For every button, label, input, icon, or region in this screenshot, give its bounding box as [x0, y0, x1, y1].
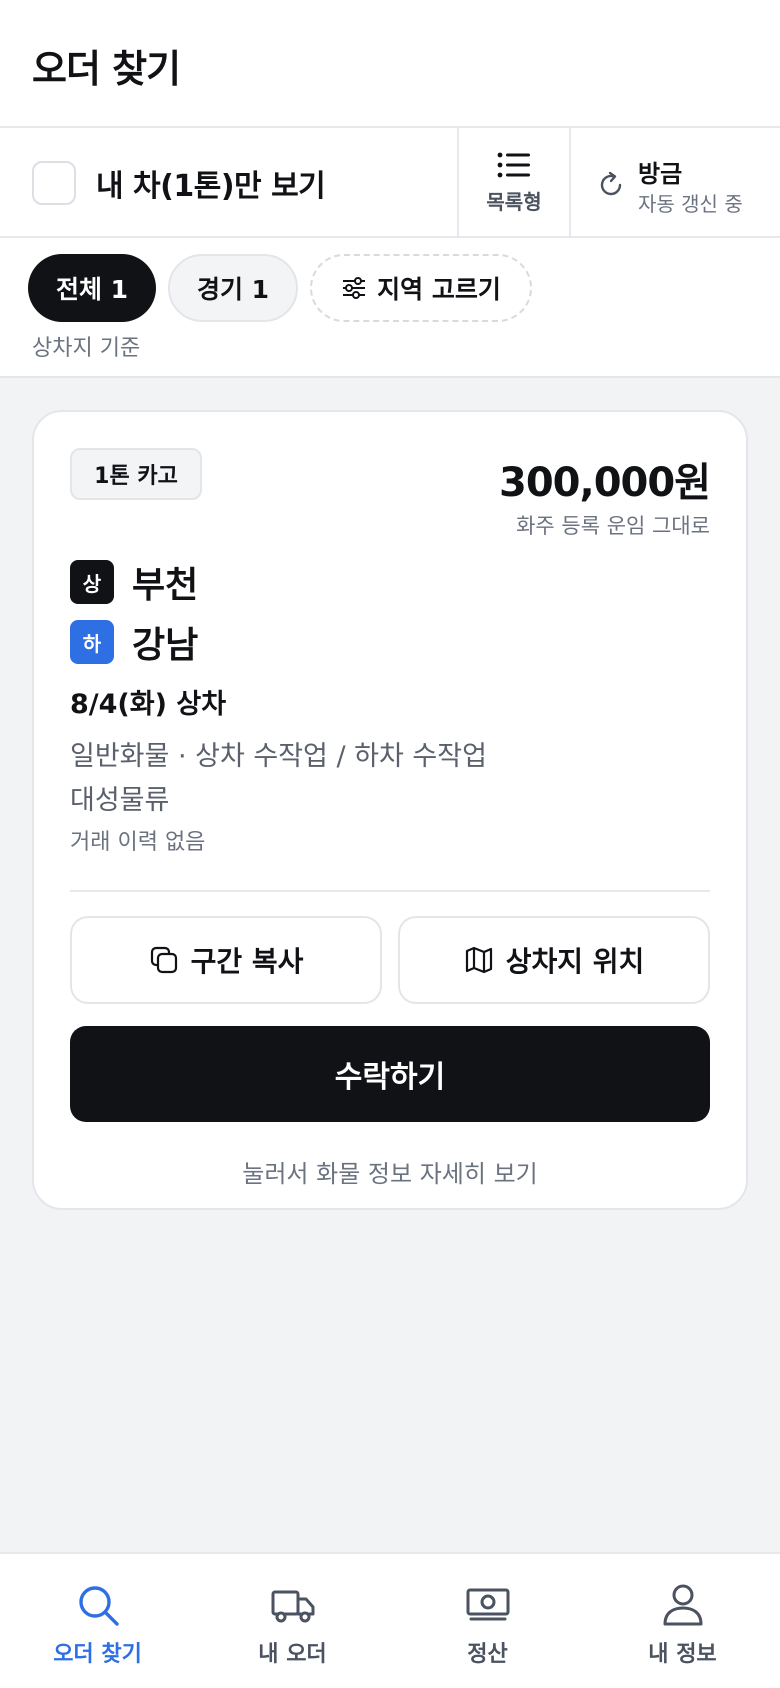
card-divider: [70, 890, 710, 892]
map-icon: [465, 946, 492, 974]
nav-item-my-info[interactable]: 내 정보: [585, 1554, 780, 1688]
refresh-title: 방금: [638, 160, 683, 188]
search-icon: [78, 1586, 119, 1626]
order-price: 300,000원: [499, 460, 711, 506]
load-badge: 상: [70, 560, 114, 604]
filter-basis-note: 상차지 기준: [32, 336, 141, 361]
page-title: 오더 찾기: [32, 47, 181, 91]
list-view-toggle[interactable]: 목록형: [457, 128, 571, 236]
filter-chip-gyeonggi[interactable]: 경기 1: [168, 254, 298, 322]
unload-location-row: 하 강남: [70, 620, 198, 666]
nav-label-settlement: 정산: [467, 1642, 508, 1667]
list-icon: [497, 152, 530, 177]
copy-route-button[interactable]: 구간 복사: [70, 916, 382, 1004]
trade-history: 거래 이력 없음: [70, 830, 206, 855]
sliders-icon: [343, 277, 366, 299]
nav-label-my-orders: 내 오더: [258, 1642, 327, 1667]
copy-route-label: 구간 복사: [190, 945, 304, 978]
bottom-nav: 오더 찾기 내 오더 정산 내 정보: [0, 1552, 780, 1688]
unload-location: 강남: [132, 625, 199, 666]
nav-item-settlement[interactable]: 정산: [390, 1554, 585, 1688]
refresh-subtitle: 자동 갱신 중: [638, 192, 743, 216]
money-icon: [466, 1588, 509, 1621]
filter-chip-all[interactable]: 전체 1: [28, 254, 156, 322]
order-card[interactable]: 1톤 카고 300,000원 화주 등록 운임 그대로 상 부천 하 강남 8/…: [32, 410, 748, 1210]
unload-badge: 하: [70, 620, 114, 664]
load-location-map-label: 상차지 위치: [505, 945, 645, 978]
accept-order-button[interactable]: 수락하기: [70, 1026, 710, 1122]
nav-item-my-orders[interactable]: 내 오더: [195, 1554, 390, 1688]
shipper-company: 대성물류: [70, 785, 170, 816]
list-view-label: 목록형: [486, 189, 542, 214]
cargo-info: 일반화물 · 상차 수작업 / 하차 수작업: [70, 741, 487, 772]
price-note: 화주 등록 운임 그대로: [516, 514, 710, 538]
toolbar: 내 차(1톤)만 보기 목록형 방금 자동 갱신 중: [0, 126, 780, 238]
load-location-map-button[interactable]: 상차지 위치: [398, 916, 710, 1004]
copy-icon: [150, 946, 177, 974]
load-date: 8/4(화) 상차: [70, 689, 227, 720]
nav-label-find-orders: 오더 찾기: [53, 1642, 142, 1667]
person-icon: [663, 1584, 702, 1626]
my-car-only-toggle[interactable]: 내 차(1톤)만 보기: [32, 160, 326, 206]
my-car-only-checkbox[interactable]: [32, 161, 76, 205]
choose-region-label: 지역 고르기: [377, 275, 501, 304]
load-location-row: 상 부천: [70, 560, 198, 606]
nav-item-find-orders[interactable]: 오더 찾기: [0, 1554, 195, 1688]
header: 오더 찾기 내 차(1톤)만 보기 목록형 방금 자동 갱신 중 전체 1 경기…: [0, 0, 780, 378]
vehicle-type-badge: 1톤 카고: [70, 448, 202, 500]
detail-hint[interactable]: 눌러서 화물 정보 자세히 보기: [34, 1154, 746, 1189]
filter-chip-choose-region[interactable]: 지역 고르기: [310, 254, 532, 322]
my-car-only-label: 내 차(1톤)만 보기: [96, 169, 326, 204]
truck-icon: [271, 1590, 314, 1623]
load-location: 부천: [132, 565, 199, 606]
refresh-status[interactable]: 방금 자동 갱신 중: [596, 150, 780, 220]
refresh-icon: [600, 171, 622, 196]
nav-label-my-info: 내 정보: [648, 1642, 717, 1667]
